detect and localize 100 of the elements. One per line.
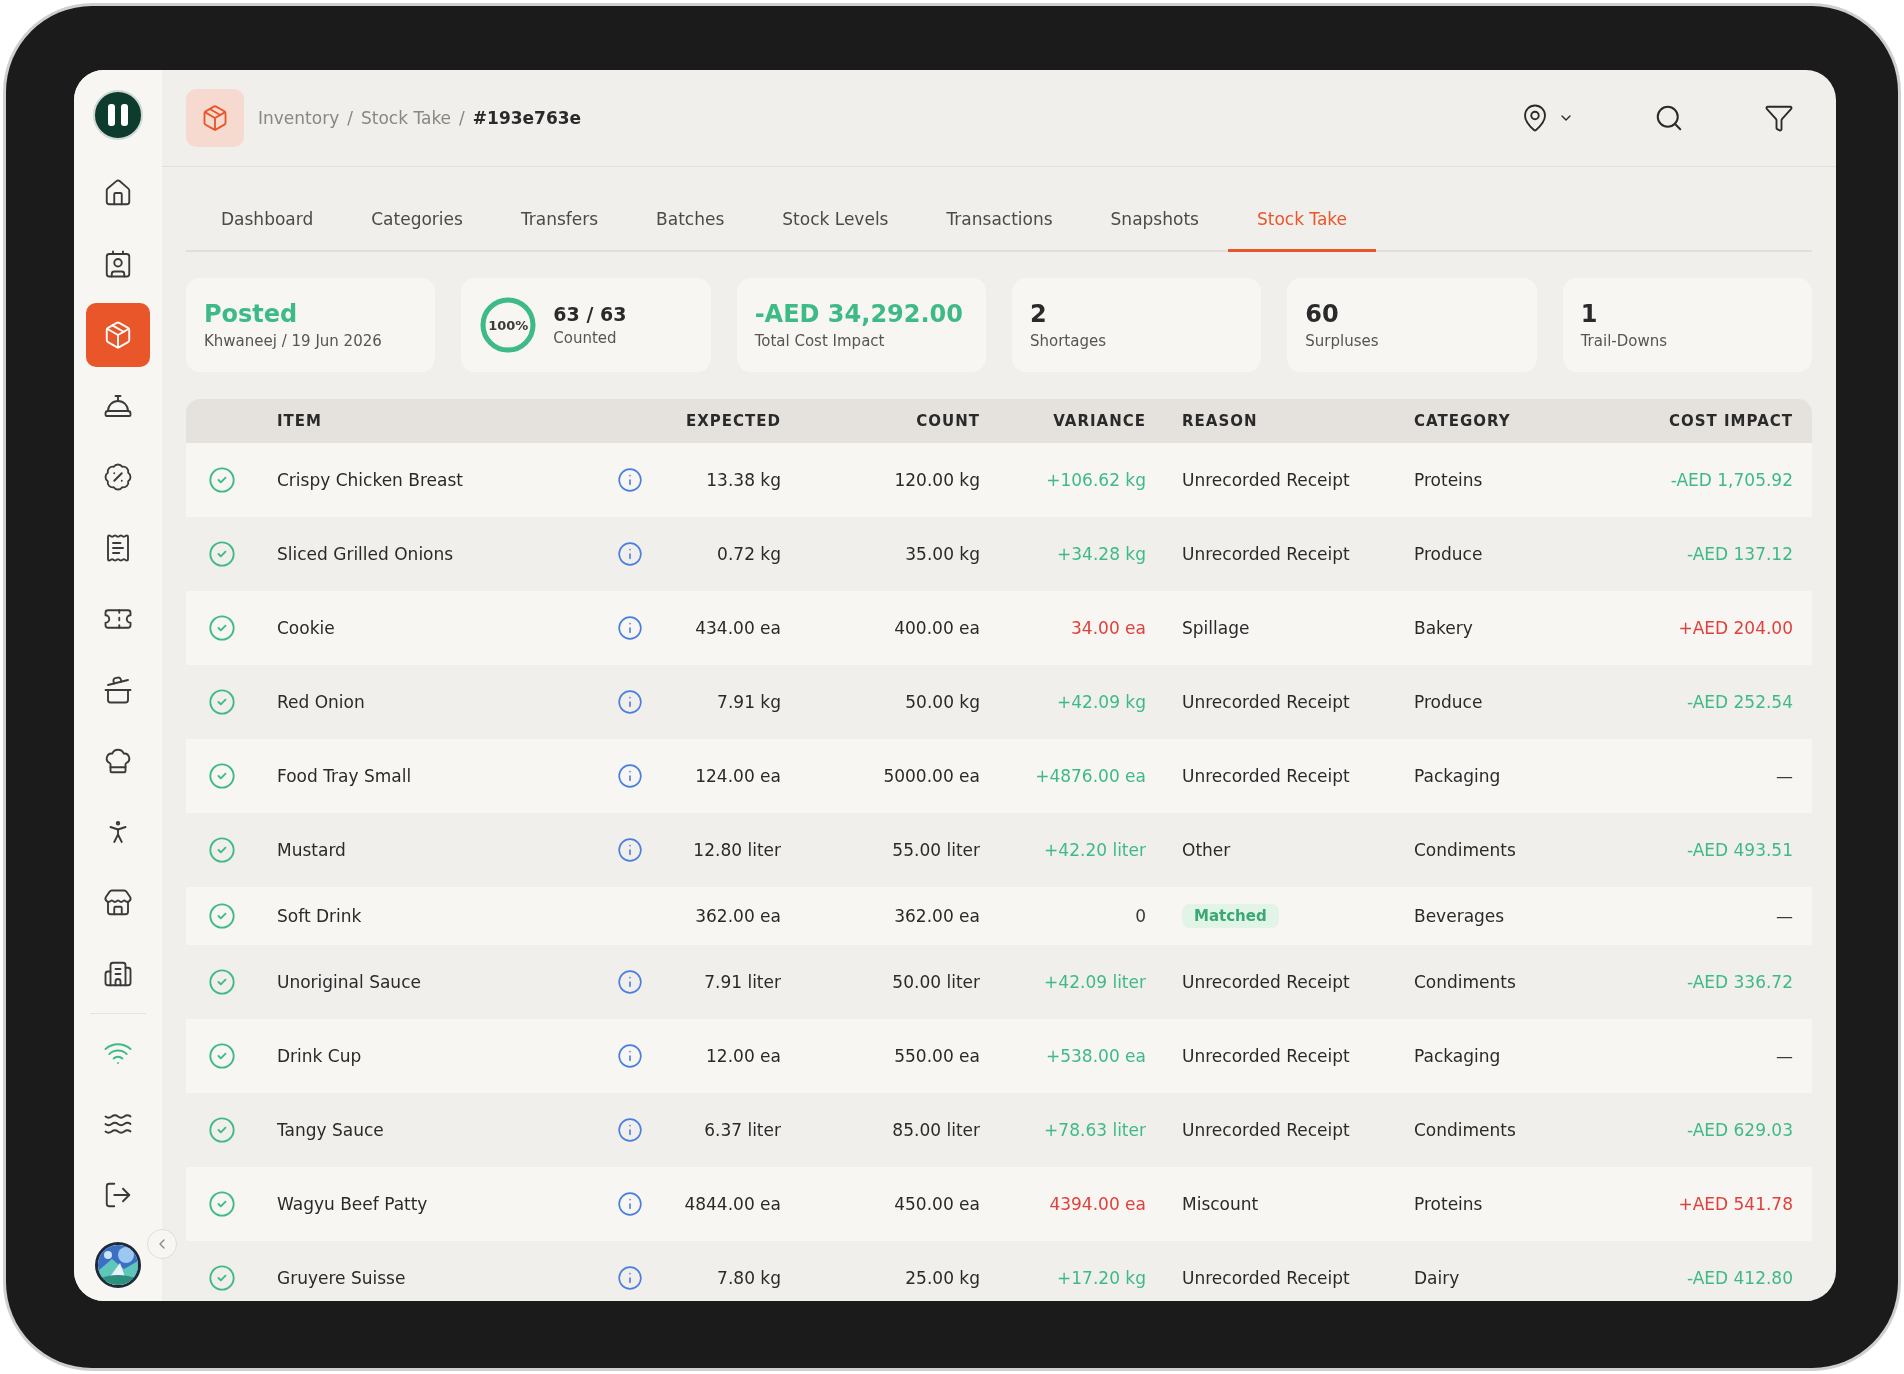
table-cell-text: Produce <box>1414 544 1484 564</box>
item-name: Food Tray Small <box>277 766 413 786</box>
table-cell-text: 35.00 kg <box>904 544 980 564</box>
tab[interactable]: Transfers <box>491 199 628 252</box>
table-cell-text: 362.00 ea <box>694 906 781 926</box>
breadcrumb-separator: / <box>347 108 353 128</box>
tab[interactable]: Batches <box>627 199 754 252</box>
info-icon[interactable] <box>617 615 643 641</box>
info-icon[interactable] <box>617 1043 643 1069</box>
breadcrumb-link[interactable]: #193e763e <box>472 108 582 128</box>
table-cell-text: 124.00 ea <box>694 766 781 786</box>
table-cell-text: 450.00 ea <box>893 1194 980 1214</box>
table-cell: Unrecorded Receipt <box>1182 766 1350 786</box>
table-cell: Unrecorded Receipt <box>1182 544 1350 564</box>
stat-value: 60 <box>1305 300 1340 328</box>
table-cell: Unrecorded Receipt <box>1182 1120 1350 1140</box>
column-header: EXPECTED <box>685 412 781 430</box>
percent-badge-icon <box>103 462 133 492</box>
tab[interactable]: Stock Levels <box>753 199 918 252</box>
item-name: Tangy Sauce <box>277 1120 385 1140</box>
table-cell: Other <box>1182 840 1231 860</box>
search-icon <box>1654 103 1684 133</box>
table-cell-text: 12.00 ea <box>705 1046 781 1066</box>
info-icon[interactable] <box>617 1265 643 1291</box>
table-cell-text: 7.91 kg <box>716 692 781 712</box>
item-name: Sliced Grilled Onions <box>277 544 455 564</box>
item-name: Crispy Chicken Breast <box>277 470 464 490</box>
item-name: Red Onion <box>277 692 366 712</box>
chef-hat-icon <box>103 746 133 776</box>
cost-impact-value: -AED 412.80 <box>1685 1268 1793 1288</box>
stat-value: 2 <box>1030 300 1048 328</box>
table-cell-text: 7.91 liter <box>703 972 781 992</box>
item-name: Wagyu Beef Patty <box>277 1194 429 1214</box>
variance-value: 0 <box>1134 906 1146 926</box>
item-name: Drink Cup <box>277 1046 363 1066</box>
table-cell-text: 50.00 kg <box>904 692 980 712</box>
tab[interactable]: Snapshots <box>1081 199 1228 252</box>
table-cell-text: Beverages <box>1414 906 1506 926</box>
stat-value: 1 <box>1580 300 1599 328</box>
info-icon[interactable] <box>617 1191 643 1217</box>
column-header: VARIANCE <box>1052 412 1146 430</box>
cost-impact-value: -AED 336.72 <box>1685 972 1793 992</box>
info-icon[interactable] <box>617 969 643 995</box>
info-icon[interactable] <box>617 689 643 715</box>
tab[interactable]: Transactions <box>917 199 1082 252</box>
table-cell-text: 25.00 kg <box>904 1268 980 1288</box>
column-header: ITEM <box>277 412 323 430</box>
info-icon[interactable] <box>617 1117 643 1143</box>
table-cell: Miscount <box>1182 1194 1259 1214</box>
info-icon[interactable] <box>617 541 643 567</box>
stat-label: Total Cost Impact <box>754 332 886 350</box>
variance-value: +34.28 kg <box>1056 544 1146 564</box>
table-cell-text: 6.37 liter <box>703 1120 781 1140</box>
column-header: REASON <box>1181 412 1259 430</box>
table-cell-text: 120.00 kg <box>893 470 980 490</box>
stat-value: Posted <box>204 300 299 328</box>
variance-value: 4394.00 ea <box>1048 1194 1146 1214</box>
status-badge: Matched <box>1182 904 1279 928</box>
table-cell-text: 13.38 kg <box>705 470 781 490</box>
variance-value: +42.09 liter <box>1043 972 1146 992</box>
variance-value: +538.00 ea <box>1045 1046 1146 1066</box>
user-avatar[interactable] <box>95 1242 141 1288</box>
cost-impact-value: -AED 252.54 <box>1685 692 1793 712</box>
store-icon <box>103 888 133 918</box>
table-cell: Unrecorded Receipt <box>1182 692 1350 712</box>
logout-icon <box>103 1180 133 1210</box>
table-cell-text: 12.80 liter <box>692 840 781 860</box>
table-cell-text: Dairy <box>1414 1268 1461 1288</box>
stat-label: Shortages <box>1030 332 1106 350</box>
tab[interactable]: Dashboard <box>192 199 343 252</box>
table-cell-text: Proteins <box>1414 470 1484 490</box>
cost-impact-value: — <box>1775 1046 1793 1066</box>
table-cell-text: Packaging <box>1414 766 1502 786</box>
column-header: CATEGORY <box>1414 412 1512 430</box>
table-cell-text: 362.00 ea <box>893 906 980 926</box>
variance-value: 34.00 ea <box>1070 618 1146 638</box>
table-cell-text: 400.00 ea <box>893 618 980 638</box>
cost-impact-value: +AED 204.00 <box>1677 618 1793 638</box>
info-icon[interactable] <box>617 763 643 789</box>
contact-card-icon <box>103 249 133 279</box>
table-cell-text: 7.80 kg <box>716 1268 781 1288</box>
box-icon <box>103 320 133 350</box>
cost-impact-value: -AED 493.51 <box>1685 840 1793 860</box>
box-icon <box>201 104 229 132</box>
table-cell-text: Condiments <box>1414 1120 1517 1140</box>
variance-value: +78.63 liter <box>1043 1120 1146 1140</box>
table-cell: Unrecorded Receipt <box>1182 470 1350 490</box>
cost-impact-value: -AED 137.12 <box>1685 544 1793 564</box>
app-logo[interactable] <box>93 90 143 140</box>
stat-value: -AED 34,292.00 <box>754 300 963 328</box>
info-icon[interactable] <box>617 467 643 493</box>
building-icon <box>103 959 133 989</box>
item-name: Soft Drink <box>277 906 363 926</box>
pot-icon <box>103 675 133 705</box>
stat-value: 63 / 63 <box>553 303 627 325</box>
stat-label: Khwaneej / 19 Jun 2026 <box>204 332 382 350</box>
table-cell: Unrecorded Receipt <box>1182 1268 1350 1288</box>
info-icon[interactable] <box>617 837 643 863</box>
tab[interactable]: Categories <box>342 199 492 252</box>
column-header: COST IMPACT <box>1668 412 1793 430</box>
